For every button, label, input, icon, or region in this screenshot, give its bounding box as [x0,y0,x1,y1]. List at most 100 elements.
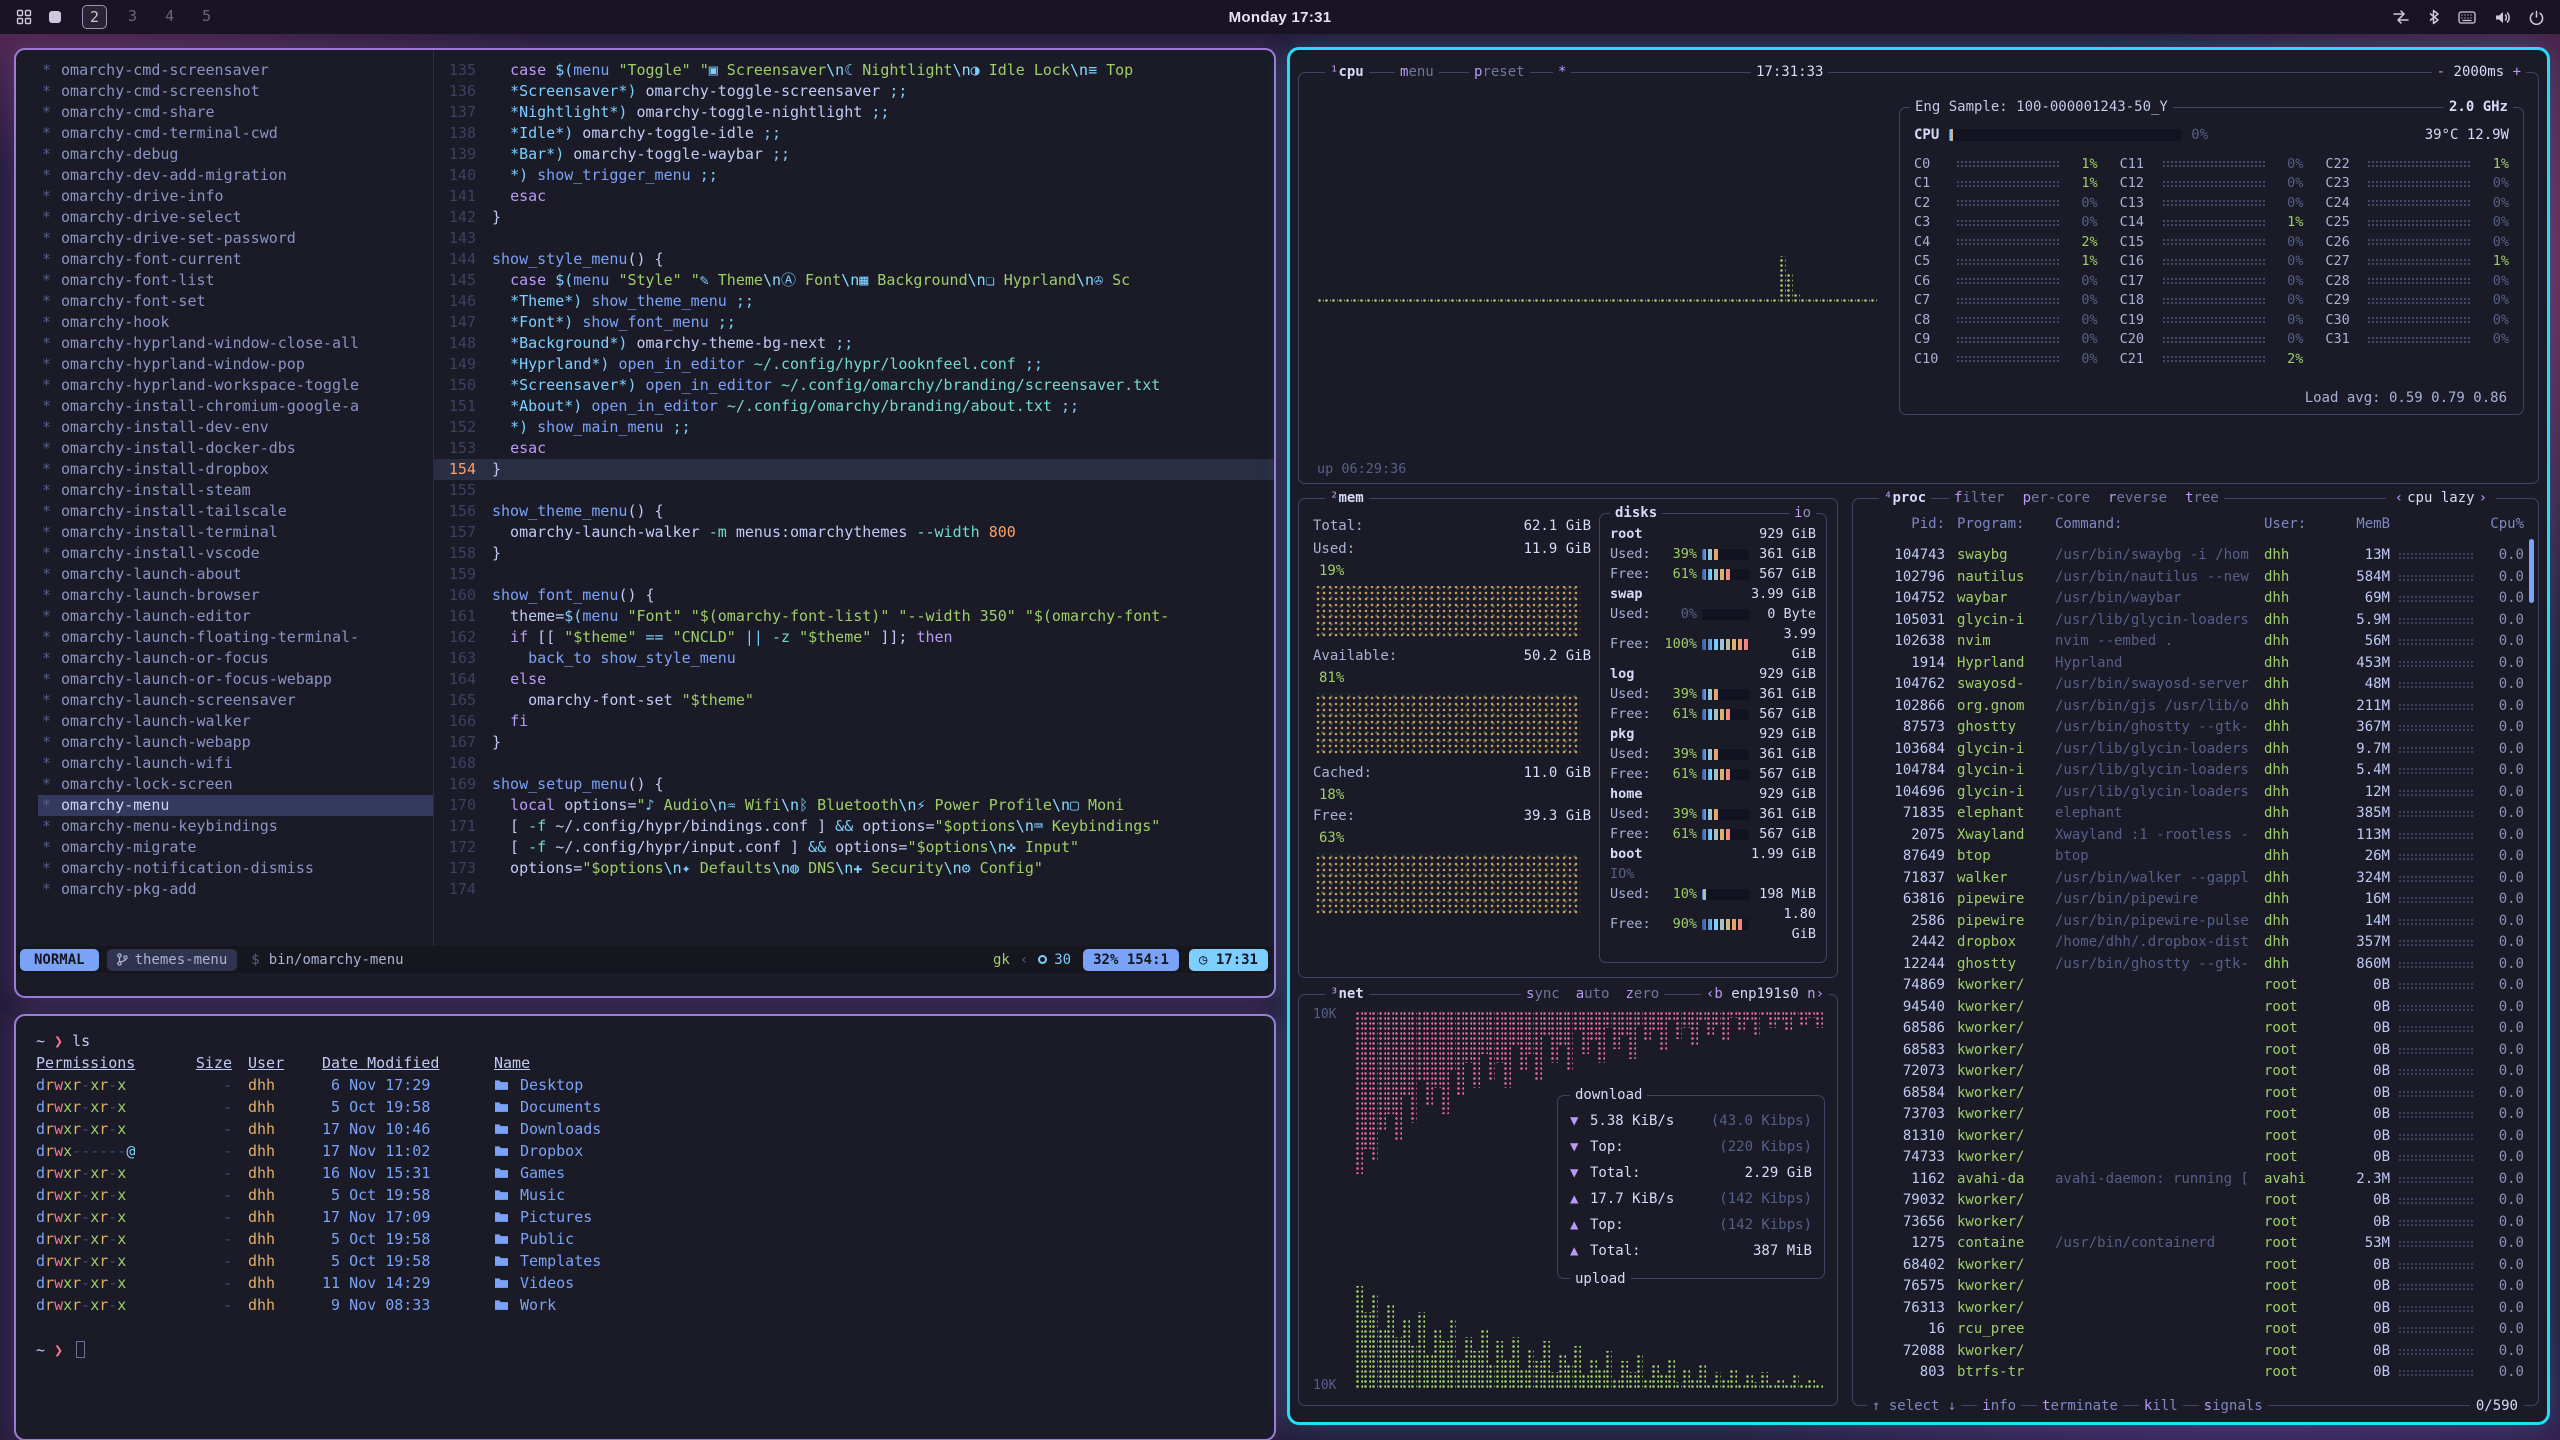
file-item[interactable]: *omarchy-launch-browser [38,585,433,606]
volume-icon[interactable] [2494,10,2511,25]
file-item[interactable]: *omarchy-install-dropbox [38,459,433,480]
process-row[interactable]: 68586kworker/root0B0.0 [1853,1018,2528,1040]
file-item[interactable]: *omarchy-font-current [38,249,433,270]
process-row[interactable]: 76575kworker/root0B0.0 [1853,1276,2528,1298]
workspace-5[interactable]: 5 [195,5,218,29]
process-row[interactable]: 102866org.gnom/usr/bin/gjs /usr/lib/odhh… [1853,696,2528,718]
file-item[interactable]: *omarchy-install-chromium-google-a [38,396,433,417]
terminal-window[interactable]: ~ ❯ lsPermissionsSizeUserDate ModifiedNa… [16,1016,1274,1439]
process-row[interactable]: 105031glycin-i/usr/lib/glycin-loadersdhh… [1853,610,2528,632]
process-row[interactable]: 87573ghostty/usr/bin/ghostty --gtk-dhh36… [1853,717,2528,739]
process-row[interactable]: 2075XwaylandXwayland :1 -rootless -dhh11… [1853,825,2528,847]
file-item[interactable]: *omarchy-menu-keybindings [38,816,433,837]
file-item[interactable]: *omarchy-install-tailscale [38,501,433,522]
file-item[interactable]: *omarchy-install-docker-dbs [38,438,433,459]
file-item[interactable]: *omarchy-drive-info [38,186,433,207]
io-toggle[interactable]: io [1789,503,1816,523]
process-row[interactable]: 803btrfs-trroot0B0.0 [1853,1362,2528,1384]
process-row[interactable]: 68402kworker/root0B0.0 [1853,1255,2528,1277]
workspace-3[interactable]: 3 [121,5,144,29]
process-row[interactable]: 74733kworker/root0B0.0 [1853,1147,2528,1169]
power-icon[interactable] [2529,10,2544,25]
file-item[interactable]: *omarchy-launch-wifi [38,753,433,774]
process-row[interactable]: 68583kworker/root0B0.0 [1853,1040,2528,1062]
process-row[interactable]: 72088kworker/root0B0.0 [1853,1341,2528,1363]
process-row[interactable]: 2586pipewire/usr/bin/pipewire-pulsedhh14… [1853,911,2528,933]
file-item[interactable]: *omarchy-launch-screensaver [38,690,433,711]
screencast-icon[interactable] [2392,9,2410,25]
file-item[interactable]: *omarchy-hyprland-workspace-toggle [38,375,433,396]
process-row[interactable]: 73703kworker/root0B0.0 [1853,1104,2528,1126]
file-item[interactable]: *omarchy-cmd-screensaver [38,60,433,81]
file-item[interactable]: *omarchy-install-vscode [38,543,433,564]
file-item[interactable]: *omarchy-font-set [38,291,433,312]
file-item[interactable]: *omarchy-launch-walker [38,711,433,732]
process-row[interactable]: 68584kworker/root0B0.0 [1853,1083,2528,1105]
file-item[interactable]: *omarchy-install-terminal [38,522,433,543]
process-row[interactable]: 2442dropbox/home/dhh/.dropbox-distdhh357… [1853,932,2528,954]
file-item[interactable]: *omarchy-install-dev-env [38,417,433,438]
proc-footer-select[interactable]: ↑ select ↓ [1867,1396,1961,1416]
file-item[interactable]: *omarchy-launch-or-focus [38,648,433,669]
process-row[interactable]: 104743swaybg/usr/bin/swaybg -i /homdhh13… [1853,545,2528,567]
net-button-zero[interactable]: zero [1625,984,1659,1004]
file-item[interactable]: *omarchy-menu [38,795,433,816]
filter-button[interactable]: filter [1954,488,2005,508]
iface-prev-button[interactable]: ‹b [1706,986,1723,1002]
active-app-icon[interactable] [48,10,62,24]
file-item[interactable]: *omarchy-lock-screen [38,774,433,795]
file-item[interactable]: *omarchy-launch-editor [38,606,433,627]
process-row[interactable]: 104752waybar/usr/bin/waybardhh69M0.0 [1853,588,2528,610]
net-button-sync[interactable]: sync [1526,984,1560,1004]
file-item[interactable]: *omarchy-launch-or-focus-webapp [38,669,433,690]
process-row[interactable]: 102638nvimnvim --embed .dhh56M0.0 [1853,631,2528,653]
process-scrollbar[interactable] [2529,539,2534,603]
menu-button[interactable]: menu [1395,62,1439,82]
proc-footer-kill[interactable]: kill [2139,1396,2183,1416]
sort-value[interactable]: cpu lazy [2407,490,2474,506]
file-item[interactable]: *omarchy-launch-floating-terminal- [38,627,433,648]
process-row[interactable]: 1914HyprlandHyprlanddhh453M0.0 [1853,653,2528,675]
process-row[interactable]: 74869kworker/root0B0.0 [1853,975,2528,997]
process-row[interactable]: 76313kworker/root0B0.0 [1853,1298,2528,1320]
file-item[interactable]: *omarchy-dev-add-migration [38,165,433,186]
preset-button[interactable]: preset [1469,62,1530,82]
process-row[interactable]: 104784glycin-i/usr/lib/glycin-loadersdhh… [1853,760,2528,782]
launcher-icon[interactable] [16,9,32,25]
file-item[interactable]: *omarchy-font-list [38,270,433,291]
interval-increase-button[interactable]: + [2513,64,2521,80]
process-row[interactable]: 73656kworker/root0B0.0 [1853,1212,2528,1234]
process-row[interactable]: 71835elephantelephantdhh385M0.0 [1853,803,2528,825]
file-item[interactable]: *omarchy-cmd-screenshot [38,81,433,102]
process-row[interactable]: 16rcu_preeroot0B0.0 [1853,1319,2528,1341]
process-row[interactable]: 94540kworker/root0B0.0 [1853,997,2528,1019]
file-item[interactable]: *omarchy-pkg-add [38,879,433,900]
file-item[interactable]: *omarchy-cmd-share [38,102,433,123]
file-item[interactable]: *omarchy-cmd-terminal-cwd [38,123,433,144]
tree-button[interactable]: tree [2185,488,2219,508]
process-row[interactable]: 103684glycin-i/usr/lib/glycin-loadersdhh… [1853,739,2528,761]
proc-footer-info[interactable]: info [1977,1396,2021,1416]
sort-next-icon[interactable]: › [2475,490,2491,506]
bluetooth-icon[interactable] [2428,9,2440,25]
process-row[interactable]: 104762swayosd-/usr/bin/swayosd-serverdhh… [1853,674,2528,696]
file-item[interactable]: *omarchy-drive-set-password [38,228,433,249]
workspace-4[interactable]: 4 [158,5,181,29]
keyboard-icon[interactable] [2458,11,2476,24]
process-row[interactable]: 79032kworker/root0B0.0 [1853,1190,2528,1212]
process-row[interactable]: 1162avahi-daavahi-daemon: running [avahi… [1853,1169,2528,1191]
sort-prev-icon[interactable]: ‹ [2391,490,2407,506]
process-row[interactable]: 81310kworker/root0B0.0 [1853,1126,2528,1148]
process-row[interactable]: 1275containe/usr/bin/containerdroot53M0.… [1853,1233,2528,1255]
workspace-2[interactable]: 2 [82,5,107,29]
file-item[interactable]: *omarchy-launch-about [38,564,433,585]
file-item[interactable]: *omarchy-migrate [38,837,433,858]
file-item[interactable]: *omarchy-hyprland-window-close-all [38,333,433,354]
proc-footer-signals[interactable]: signals [2199,1396,2268,1416]
interval-decrease-button[interactable]: - [2437,64,2445,80]
process-row[interactable]: 71837walker/usr/bin/walker --gappldhh324… [1853,868,2528,890]
process-row[interactable]: 12244ghostty/usr/bin/ghostty --gtk-dhh86… [1853,954,2528,976]
file-item[interactable]: *omarchy-notification-dismiss [38,858,433,879]
process-row[interactable]: 102796nautilus/usr/bin/nautilus --newdhh… [1853,567,2528,589]
file-item[interactable]: *omarchy-hyprland-window-pop [38,354,433,375]
